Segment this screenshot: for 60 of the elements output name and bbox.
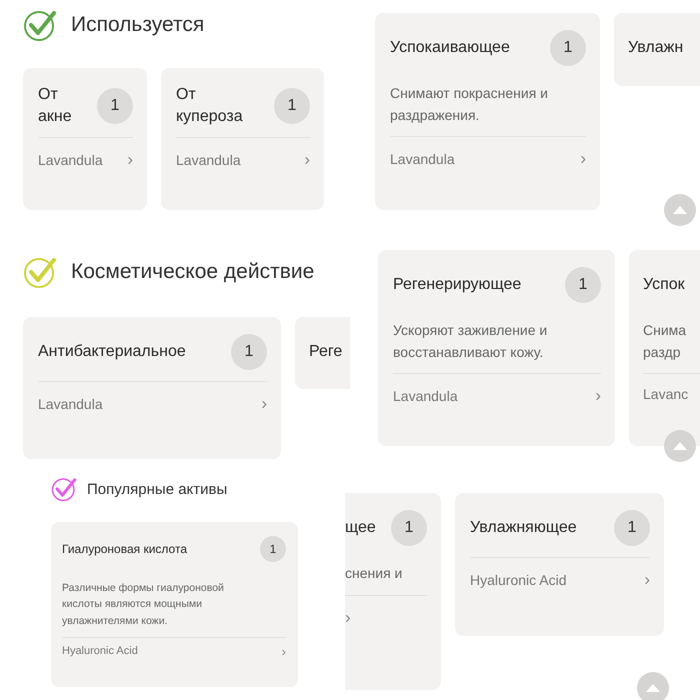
chevron-icon: › — [282, 644, 286, 659]
chevron-icon: › — [580, 149, 586, 170]
ingredient-link[interactable]: Lavandula — [393, 388, 458, 404]
count-badge: 1 — [97, 88, 133, 124]
section-heading: Косметическое действие — [71, 260, 314, 284]
scroll-top-button[interactable] — [664, 430, 696, 462]
card-description: Различные формы гиалуроновой кислоты являются мощными увлажнителями кожи. — [62, 581, 225, 629]
card-title: Регенерирующее — [393, 275, 522, 296]
category-card[interactable]: Антибактериальное 1 Lavandula › — [23, 317, 281, 459]
card-description: Снима раздр — [643, 321, 688, 362]
card-title: Гиалуроновая кислота — [62, 540, 187, 558]
card-description: снения и — [345, 564, 404, 583]
card-title: Успокаивающее — [390, 38, 510, 58]
section-heading: Популярные активы — [87, 480, 228, 498]
category-card[interactable]: Увлажн — [614, 13, 700, 86]
chevron-icon: › — [644, 570, 650, 590]
chevron-icon: › — [595, 386, 601, 406]
category-card[interactable]: Реге — [295, 317, 350, 389]
card-title: Увлажняющее — [470, 518, 577, 538]
count-badge: 1 — [565, 267, 601, 303]
card-title: От купероза — [176, 85, 244, 127]
chevron-icon: › — [304, 150, 310, 170]
up-arrow-icon — [673, 442, 687, 450]
category-card[interactable]: От акне 1 Lavandula › — [23, 68, 147, 210]
chevron-icon: › — [127, 150, 133, 170]
up-arrow-icon — [673, 206, 687, 214]
count-badge: 1 — [274, 88, 310, 124]
card-description: Снимают покраснения и раздражения. — [390, 84, 549, 125]
count-badge: 1 — [391, 510, 427, 546]
count-badge: 1 — [231, 334, 267, 370]
card-description: Ускоряют заживление и восстанавливают кожу. — [393, 321, 548, 362]
category-card[interactable]: Успок Снима раздр Lavanc — [629, 250, 700, 446]
ingredient-link[interactable]: Lavandula — [38, 152, 103, 168]
category-card[interactable]: Гиалуроновая кислота 1 Различные формы гиалуроновой кислоты являются мощными увлажнителями кожи. Hyaluronic Acid › — [51, 522, 298, 687]
ingredient-link[interactable]: Hyaluronic Acid — [470, 572, 566, 588]
ingredient-link[interactable]: Lavandula — [38, 396, 103, 412]
count-badge: 1 — [550, 30, 586, 66]
chevron-icon: › — [345, 608, 351, 628]
chevron-icon: › — [261, 394, 267, 414]
ingredient-link[interactable]: Lavandula — [176, 152, 241, 168]
scroll-top-button[interactable] — [637, 672, 669, 700]
card-title: Успок — [643, 275, 685, 296]
card-title: От акне — [38, 85, 73, 127]
card-title: Реге — [309, 342, 342, 362]
count-badge: 1 — [260, 536, 286, 562]
category-card[interactable]: щее 1 снения и › — [345, 493, 441, 690]
ingredient-link[interactable]: Lavandula — [390, 151, 455, 168]
category-card[interactable]: Увлажняющее 1 Hyaluronic Acid › — [455, 493, 664, 636]
up-arrow-icon — [646, 684, 660, 692]
ingredient-link[interactable]: Lavanc — [643, 386, 688, 402]
category-card[interactable]: Регенерирующее 1 Ускоряют заживление и восстанавливают кожу. Lavandula › — [378, 250, 615, 446]
category-card[interactable]: От купероза 1 Lavandula › — [161, 68, 324, 210]
category-card[interactable]: Успокаивающее 1 Снимают покраснения и раздражения. Lavandula › — [375, 13, 600, 210]
count-badge: 1 — [614, 510, 650, 546]
section-heading: Используется — [71, 13, 204, 37]
scroll-top-button[interactable] — [664, 194, 696, 226]
card-title: Антибактериальное — [38, 342, 186, 362]
ingredient-link[interactable]: Hyaluronic Acid — [62, 645, 138, 658]
card-title: Увлажн — [628, 38, 684, 58]
card-title: щее — [345, 518, 376, 538]
